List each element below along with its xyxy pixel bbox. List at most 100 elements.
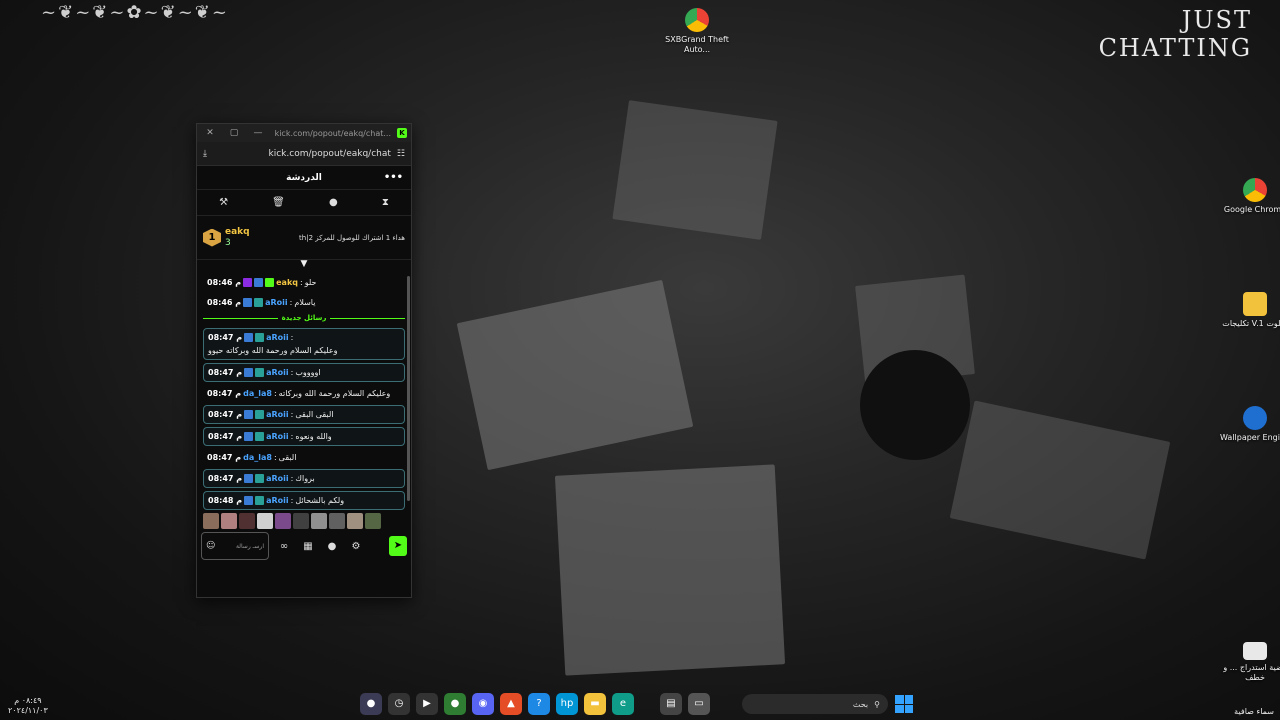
message-username[interactable]: aRoii (266, 495, 289, 506)
chat-message[interactable]: 08:47 م aRoii: البقى البقى (203, 405, 405, 424)
close-icon[interactable]: ✕ (201, 128, 219, 138)
message-time: 08:47 م (208, 432, 243, 441)
message-separator: : (290, 333, 294, 342)
taskbar-clock[interactable]: ٠٨:٤٩ م ٢٠٢٤/١١/٠٣ (8, 696, 48, 716)
collapse-pinned-icon[interactable]: ▼ (197, 260, 411, 270)
hourglass-icon[interactable]: ⧗ (382, 197, 389, 208)
user-badge-icon (255, 474, 265, 483)
emoji-icon[interactable]: ☺ (206, 541, 215, 551)
taskbar-app-icon[interactable]: ▲ (500, 693, 522, 715)
hammer-icon[interactable]: ⚒ (219, 197, 228, 208)
message-separator: : (300, 278, 303, 287)
message-separator: : (289, 298, 293, 307)
store-icon[interactable]: ▦ (299, 541, 317, 552)
emote-icon[interactable] (203, 513, 219, 529)
taskbar-media-player-icon[interactable]: ▶ (416, 693, 438, 715)
user-badge-icon (254, 278, 264, 287)
message-username[interactable]: da_la8 (243, 452, 272, 463)
taskbar-clock-app-icon[interactable]: ◷ (388, 693, 410, 715)
chat-bubble-icon[interactable]: ● (323, 541, 341, 552)
message-username[interactable]: aRoii (266, 367, 289, 378)
wallpaper-engine-icon (1243, 406, 1267, 430)
chat-message[interactable]: 08:47 م aRoii: اووووب (203, 363, 405, 382)
emote-icon[interactable] (275, 513, 291, 529)
message-text: برواك (295, 474, 315, 483)
taskbar-store-icon[interactable]: ▤ (660, 693, 682, 715)
trash-icon[interactable]: 🗑 (272, 197, 285, 208)
chat-bubble-icon[interactable]: ● (329, 197, 338, 208)
message-username[interactable]: aRoii (266, 409, 289, 420)
address-url[interactable]: kick.com/popout/eakq/chat (207, 149, 397, 159)
emote-icon[interactable] (293, 513, 309, 529)
message-username[interactable]: eakq (276, 277, 298, 288)
chat-message[interactable]: 08:47 م da_la8: البقى (203, 449, 405, 466)
emote-icon[interactable] (221, 513, 237, 529)
message-username[interactable]: aRoii (266, 332, 289, 343)
taskbar-file-explorer-icon[interactable]: ▬ (584, 693, 606, 715)
taskbar-task-view-icon[interactable]: ▭ (688, 693, 710, 715)
chat-messages: 08:46 م eakq: حلو 08:46 م aRoii: ياسلام رسائل … (197, 270, 411, 510)
emote-icon[interactable] (365, 513, 381, 529)
chat-message[interactable]: 08:47 م aRoii: برواك (203, 469, 405, 488)
user-badge-icon (244, 333, 254, 342)
message-text: البقى البقى (295, 410, 334, 419)
chat-message[interactable]: 08:46 م eakq: حلو (203, 274, 405, 291)
message-separator: : (290, 432, 294, 441)
message-username[interactable]: da_la8 (243, 388, 272, 399)
chat-scrollbar[interactable] (407, 276, 410, 501)
infinity-icon[interactable]: ∞ (275, 541, 293, 552)
emote-icon[interactable] (311, 513, 327, 529)
chat-message[interactable]: 08:48 م aRoii: ولكم بالشحائل (203, 491, 405, 510)
emote-icon[interactable] (347, 513, 363, 529)
chat-message[interactable]: 08:47 م aRoii: وعليكم السلام ورحمة الله وب… (203, 328, 405, 360)
pinned-leaderboard[interactable]: 1 eakq 3 th|هداء 1 اشتراك للوصول للمركز … (197, 216, 411, 260)
chat-message[interactable]: 08:47 م da_la8: وعليكم السلام ورحمة الله و… (203, 385, 405, 402)
message-username[interactable]: aRoii (266, 473, 289, 484)
message-separator: : (290, 410, 294, 419)
browser-titlebar: ✕ ▢ — kick.com/popout/eakq/chat... K (197, 124, 411, 142)
taskbar-help-icon[interactable]: ? (528, 693, 550, 715)
desktop-icon-gta-shortcut[interactable]: SXBGrand Theft Auto... (661, 8, 733, 55)
message-text: وعليكم السلام ورحمة الله وبركاته حيوو (208, 346, 338, 355)
user-badge-icon (255, 368, 265, 377)
emote-icon[interactable] (239, 513, 255, 529)
wallpaper-paper (612, 100, 778, 240)
desktop-icon-document[interactable]: قضية استدراج ... و خطف (1219, 642, 1280, 683)
message-username[interactable]: aRoii (266, 431, 289, 442)
send-button[interactable]: ➤ (389, 536, 407, 556)
taskbar-edge-icon[interactable]: e (612, 693, 634, 715)
user-badge-icon (244, 474, 254, 483)
message-separator: : (273, 453, 277, 462)
taskbar-pinned-apps: ● ◷ ▶ ● ◉ ▲ ? hp ▬ e ▤ ▭ (360, 693, 710, 715)
start-button[interactable] (895, 695, 913, 713)
user-badge-icon (243, 298, 253, 307)
taskbar-chrome-alt-icon[interactable]: ● (444, 693, 466, 715)
clock-time: ٠٨:٤٩ م (14, 696, 42, 705)
maximize-icon[interactable]: ▢ (225, 128, 243, 138)
chat-message[interactable]: 08:47 م aRoii: والله ونعوه (203, 427, 405, 446)
message-time: 08:46 م (207, 278, 242, 287)
weather-label[interactable]: سماء صافية (1234, 707, 1274, 716)
emote-icon[interactable] (329, 513, 345, 529)
chat-input[interactable]: ☺ ارسـ رسالة (201, 532, 269, 560)
minimize-icon[interactable]: — (249, 128, 267, 138)
wallpaper-court-record (456, 279, 694, 471)
desktop-icon-wallpaper-engine[interactable]: Wallpaper Engine (1219, 406, 1280, 443)
desktop-icon-folder[interactable]: تكليجات V.1 البلوت (1219, 292, 1280, 329)
emote-icon[interactable] (257, 513, 273, 529)
taskbar-search[interactable]: بحث ⚲ (742, 694, 888, 714)
message-text: البقى (278, 453, 297, 462)
taskbar-hp-icon[interactable]: hp (556, 693, 578, 715)
windows-logo-icon (895, 695, 904, 704)
rank-badge: 1 (203, 228, 221, 247)
settings-icon[interactable]: ⚙ (347, 541, 365, 552)
more-options-icon[interactable]: ••• (384, 172, 403, 183)
message-username[interactable]: aRoii (265, 297, 288, 308)
ornament-decoration: ~❦~❦~✿~❦~❦~ (41, 2, 229, 23)
chat-message[interactable]: 08:46 م aRoii: ياسلام (203, 294, 405, 311)
taskbar-discord-icon[interactable]: ◉ (472, 693, 494, 715)
site-settings-icon[interactable]: ☷ (397, 149, 405, 159)
desktop-icon-google-chrome[interactable]: Google Chrome (1219, 178, 1280, 215)
message-time: 08:47 م (207, 389, 242, 398)
taskbar-chrome-icon[interactable]: ● (360, 693, 382, 715)
